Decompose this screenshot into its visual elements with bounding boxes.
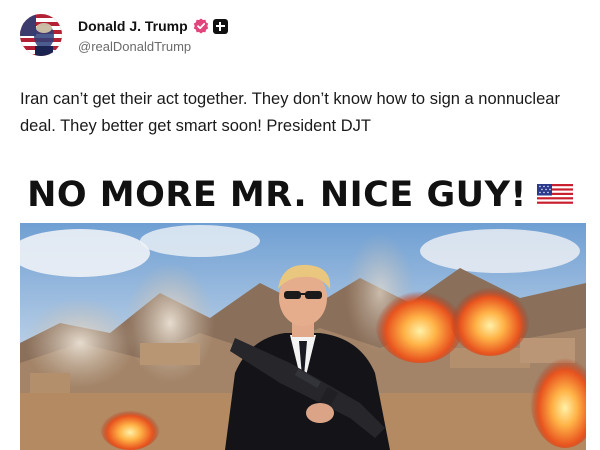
verified-badge-icon	[193, 18, 208, 34]
post-media-image[interactable]: NO MORE MR. NICE GUY!	[14, 167, 586, 450]
plus-badge-icon	[212, 18, 228, 34]
media-headline: NO MORE MR. NICE GUY!	[14, 167, 586, 223]
author-names: Donald J. Trump @realDonaldTrump	[78, 16, 228, 54]
author-display-name[interactable]: Donald J. Trump	[78, 18, 188, 34]
display-name-row: Donald J. Trump	[78, 16, 228, 36]
author-avatar[interactable]	[20, 14, 62, 56]
us-flag-emoji-icon	[536, 184, 573, 206]
flag-portrait-avatar-icon	[20, 14, 62, 56]
man-with-rifle-explosions-photo	[20, 223, 586, 450]
post-body-text: Iran can’t get their act together. They …	[20, 90, 560, 135]
author-handle[interactable]: @realDonaldTrump	[78, 39, 228, 54]
post-header: Donald J. Trump @realDonaldTrump	[20, 12, 228, 58]
truth-social-post: Donald J. Trump @realDonaldTrump Iran ca…	[0, 0, 600, 450]
media-headline-text: NO MORE MR. NICE GUY!	[27, 175, 527, 215]
